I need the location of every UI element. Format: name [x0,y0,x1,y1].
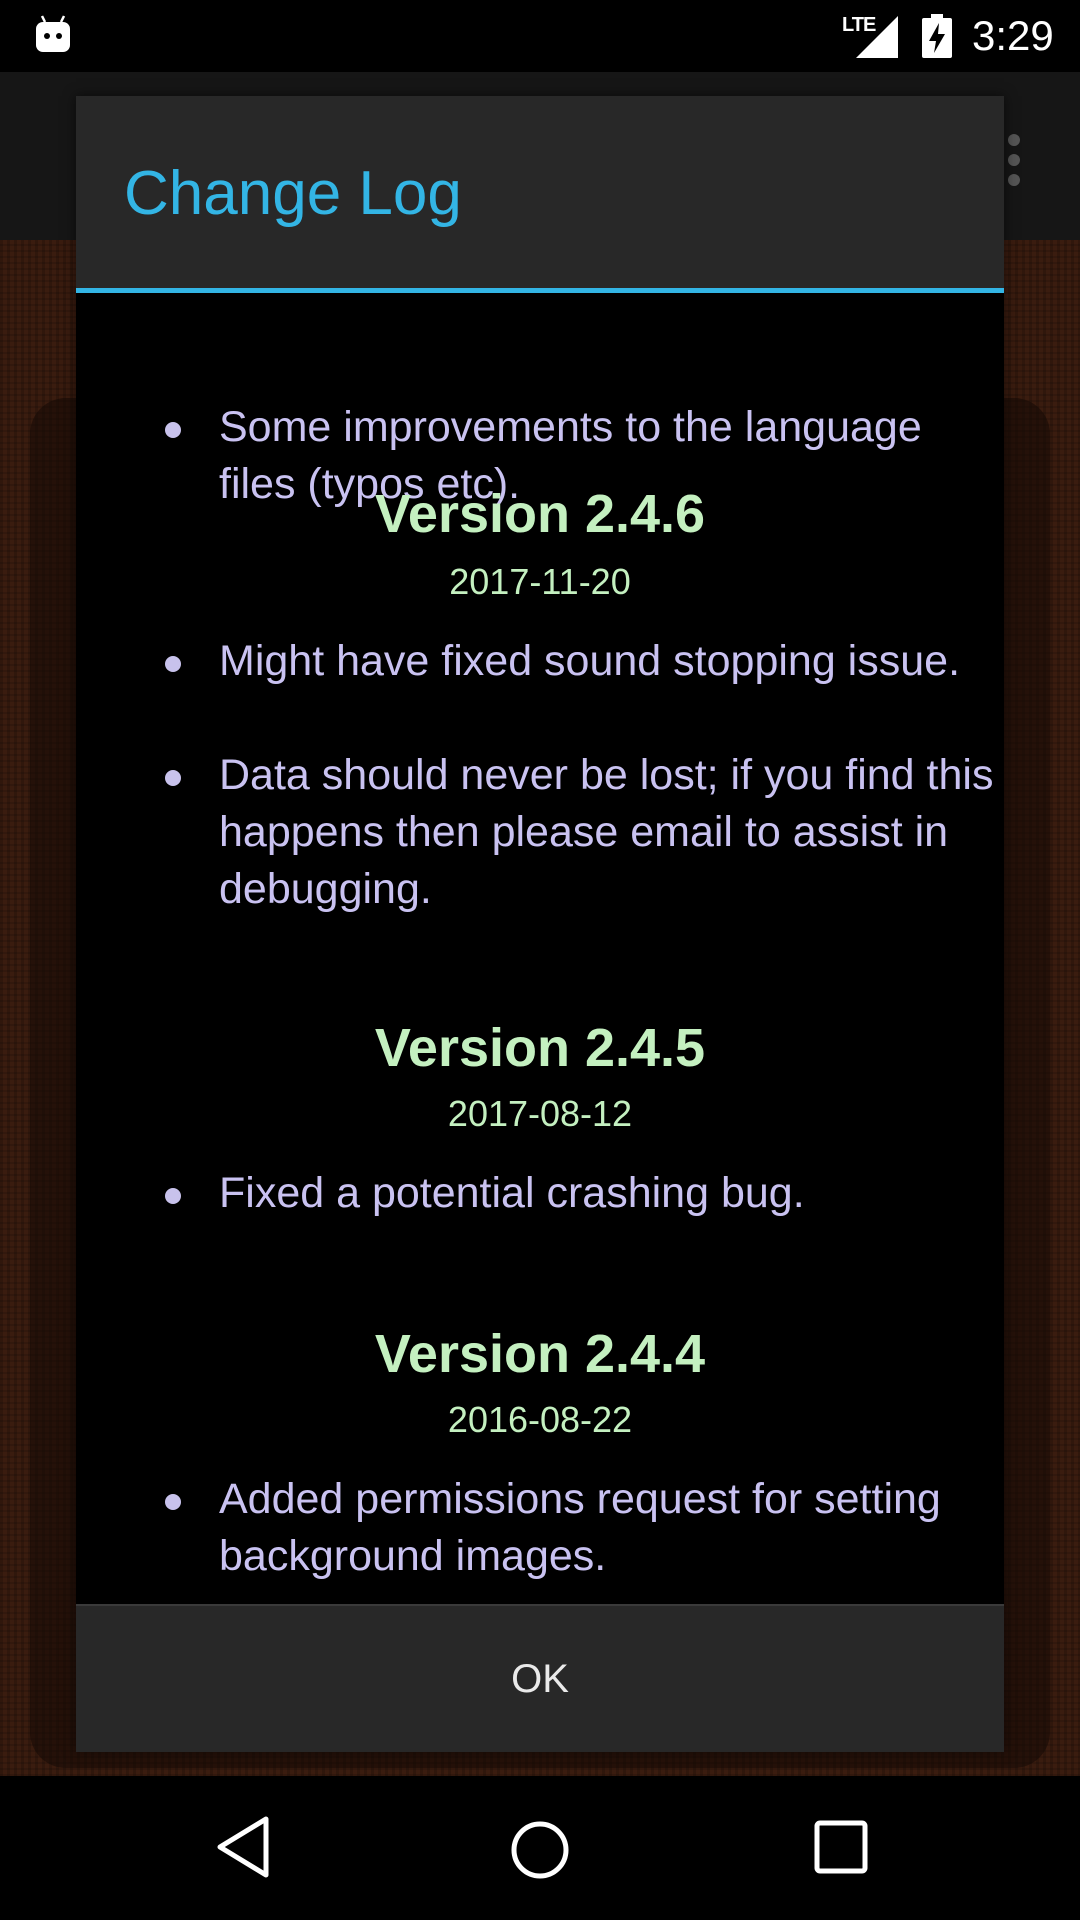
bullet-icon [165,770,181,786]
bullet-icon [165,656,181,672]
bullet-icon [165,1188,181,1204]
navigation-bar [0,1776,1080,1920]
android-icon [36,15,70,52]
status-bar: LTE 3:29 [0,0,1080,72]
back-icon[interactable] [214,1814,272,1880]
change-log-scroll-area[interactable]: Some improvements to the language files … [76,293,1004,1703]
dialog-header: Change Log [76,96,1004,290]
change-item: Might have fixed sound stopping issue. [219,637,961,685]
change-item: Fixed a potential crashing bug. [219,1169,805,1217]
change-log-dialog: Change Log Some improvements to the lang… [76,96,1004,1752]
recents-icon[interactable] [814,1820,868,1874]
clock: 3:29 [972,12,1054,59]
version-heading: Version 2.4.6 [374,484,706,544]
dialog-title: Change Log [124,159,462,228]
bullet-icon [165,422,181,438]
dialog-footer: OK [76,1604,1004,1752]
screen: LTE 3:29 Change Log Some improvements to… [0,0,1080,1920]
version-date: 2017-08-12 [447,1093,633,1134]
version-heading: Version 2.4.5 [374,1018,706,1078]
change-item: Added permissions request for setting ba… [219,1475,941,1580]
bullet-icon [165,1494,181,1510]
home-icon[interactable] [510,1820,570,1880]
version-date: 2017-11-20 [449,561,631,602]
version-date: 2016-08-22 [447,1399,633,1440]
version-heading: Version 2.4.4 [374,1324,706,1384]
battery-charging-icon [922,14,952,58]
ok-button[interactable]: OK [76,1606,1004,1752]
lte-signal-icon: LTE [842,14,898,58]
overflow-menu-icon[interactable] [1004,132,1024,188]
change-item: Data should never be lost; if you find t… [219,751,994,913]
